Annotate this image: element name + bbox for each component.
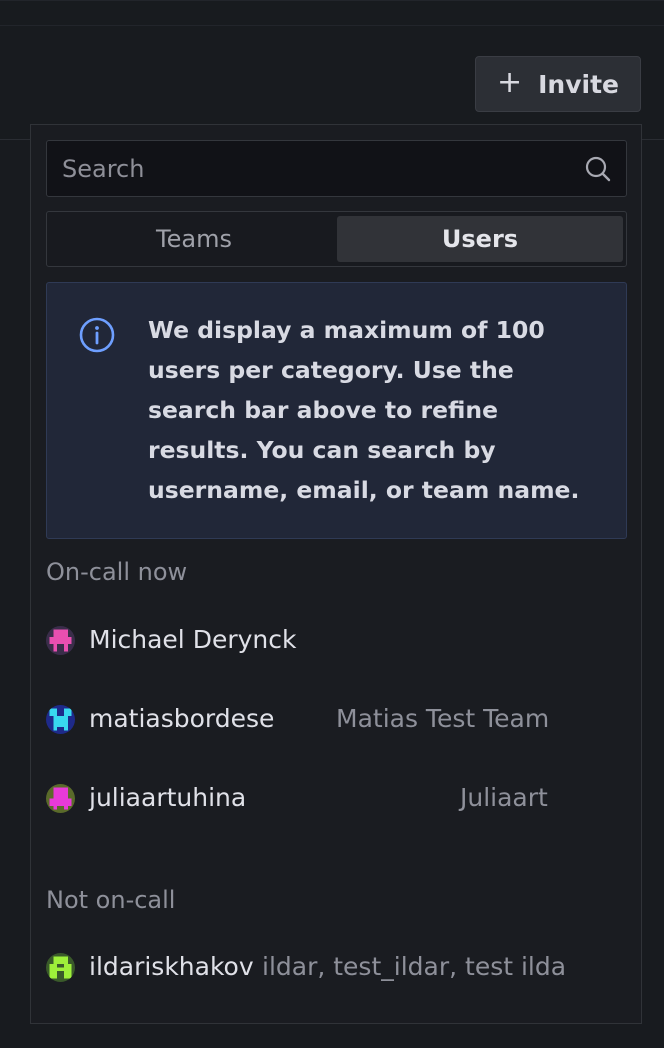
info-alert-text: We display a maximum of 100 users per ca… <box>148 316 580 504</box>
info-icon <box>79 317 115 353</box>
avatar <box>46 953 75 982</box>
tab-users[interactable]: Users <box>337 216 623 262</box>
top-divider <box>0 25 664 26</box>
search-box <box>46 140 627 197</box>
info-alert: We display a maximum of 100 users per ca… <box>46 282 627 539</box>
user-team: Matias Test Team <box>336 704 550 733</box>
user-team: ildar, test_ildar, test ilda <box>262 952 567 981</box>
user-row-michael-derynck[interactable]: Michael Derynck <box>46 620 627 660</box>
invite-button[interactable]: + Invite <box>475 56 641 112</box>
top-bar: + Invite <box>0 0 664 140</box>
user-name: juliaartuhina <box>89 783 247 812</box>
user-picker-dropdown: Teams Users We display a maximum of 100 … <box>30 124 642 1024</box>
avatar <box>46 784 75 813</box>
avatar <box>46 705 75 734</box>
user-name: ildariskhakov <box>89 952 254 981</box>
invite-button-label: Invite <box>538 69 619 99</box>
user-row-matiasbordese[interactable]: matiasbordese Matias Test Team <box>46 699 627 739</box>
user-row-juliaartuhina[interactable]: juliaartuhina Juliaart <box>46 778 627 818</box>
user-team: Juliaart <box>460 783 548 812</box>
search-icon[interactable] <box>584 155 612 183</box>
plus-icon: + <box>496 64 523 100</box>
tab-teams[interactable]: Teams <box>51 216 337 262</box>
search-input[interactable] <box>47 141 577 196</box>
teams-users-tabs: Teams Users <box>46 211 627 267</box>
avatar <box>46 626 75 655</box>
user-row-ildariskhakov[interactable]: ildariskhakov ildar, test_ildar, test il… <box>46 947 627 987</box>
oncall-section-title: On-call now <box>46 558 188 586</box>
not-oncall-section-title: Not on-call <box>46 886 176 914</box>
user-name: Michael Derynck <box>89 625 297 654</box>
user-name: matiasbordese <box>89 704 275 733</box>
